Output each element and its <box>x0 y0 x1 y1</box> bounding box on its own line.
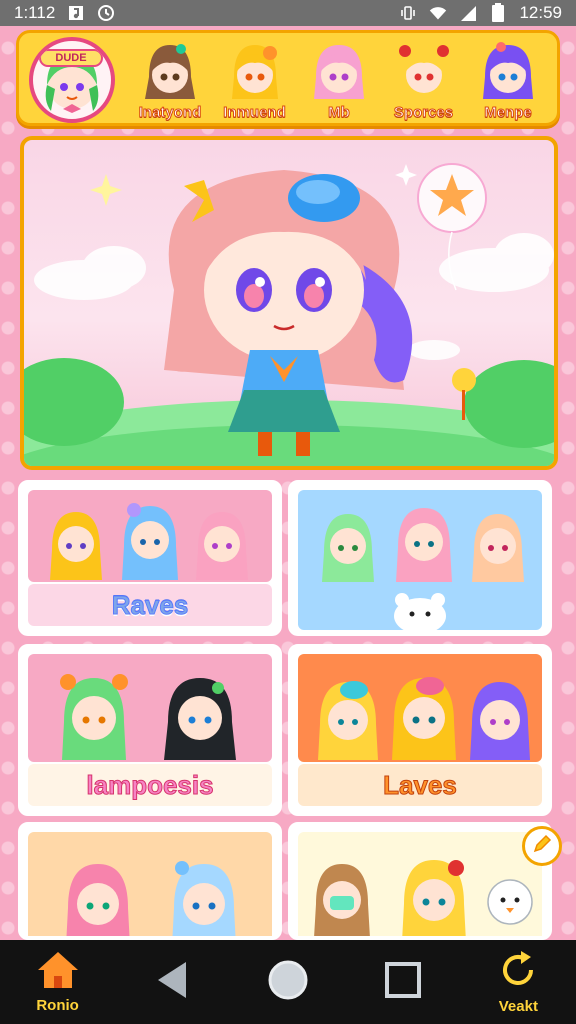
character-tab[interactable]: Menpe <box>467 37 549 123</box>
nav-recents-button[interactable] <box>363 940 443 1024</box>
signal-icon <box>459 4 477 22</box>
character-tabs: Inatyond Inmuend Mb Sporces Menpe <box>129 37 549 123</box>
featured-character-scene[interactable] <box>20 136 558 470</box>
home-icon <box>36 950 80 995</box>
status-bar: 1:112 12:59 <box>0 0 576 26</box>
character-tab[interactable]: Inatyond <box>129 37 211 123</box>
category-card[interactable]: Raves <box>18 480 282 636</box>
home-circle-icon <box>267 959 309 1006</box>
category-card[interactable]: Laves <box>288 644 552 816</box>
recents-square-icon <box>385 961 422 1003</box>
battery-icon <box>489 3 507 22</box>
nav-home-label: Ronio <box>36 997 79 1014</box>
character-strip: DUDE Inatyond Inmuend Mb Sporces Menpe <box>16 30 560 126</box>
character-tab[interactable]: Inmuend <box>214 37 296 123</box>
card-scene <box>28 654 272 762</box>
card-caption: Raves <box>28 584 272 626</box>
bottom-navigation: Ronio Veakt <box>0 940 576 1024</box>
edit-badge-button[interactable] <box>522 826 562 866</box>
category-card[interactable] <box>288 822 552 940</box>
nav-back-button[interactable] <box>133 940 213 1024</box>
wifi-icon <box>429 4 447 22</box>
status-time-left: 1:112 <box>14 3 56 22</box>
clock-icon <box>97 4 115 22</box>
back-triangle-icon <box>156 960 190 1005</box>
category-card[interactable] <box>288 480 552 636</box>
character-label: Menpe <box>484 104 533 122</box>
nav-refresh-button[interactable]: Veakt <box>478 940 558 1024</box>
refresh-icon <box>497 949 539 996</box>
nav-right-label: Veakt <box>498 998 538 1015</box>
card-caption <box>298 584 542 626</box>
character-tab[interactable]: Sporces <box>383 37 465 123</box>
character-label: Mb <box>328 104 351 122</box>
card-caption: lampoesis <box>28 764 272 806</box>
pencil-icon <box>531 833 553 860</box>
card-caption: Laves <box>298 764 542 806</box>
player-avatar[interactable]: DUDE <box>29 37 115 123</box>
nav-home-button[interactable]: Ronio <box>18 940 98 1024</box>
character-tab[interactable]: Mb <box>298 37 380 123</box>
category-card[interactable] <box>18 822 282 940</box>
card-scene <box>298 832 542 936</box>
vibrate-icon <box>399 4 417 22</box>
nav-home-circle-button[interactable] <box>248 940 328 1024</box>
category-card[interactable]: lampoesis <box>18 644 282 816</box>
card-scene <box>298 654 542 762</box>
music-icon <box>67 4 85 22</box>
character-label: Inatyond <box>138 104 202 122</box>
status-time-right: 12:59 <box>519 3 562 22</box>
card-scene <box>28 490 272 582</box>
avatar-banner: DUDE <box>39 49 103 67</box>
card-scene <box>28 832 272 936</box>
character-label: Sporces <box>393 104 454 122</box>
character-label: Inmuend <box>223 104 287 122</box>
